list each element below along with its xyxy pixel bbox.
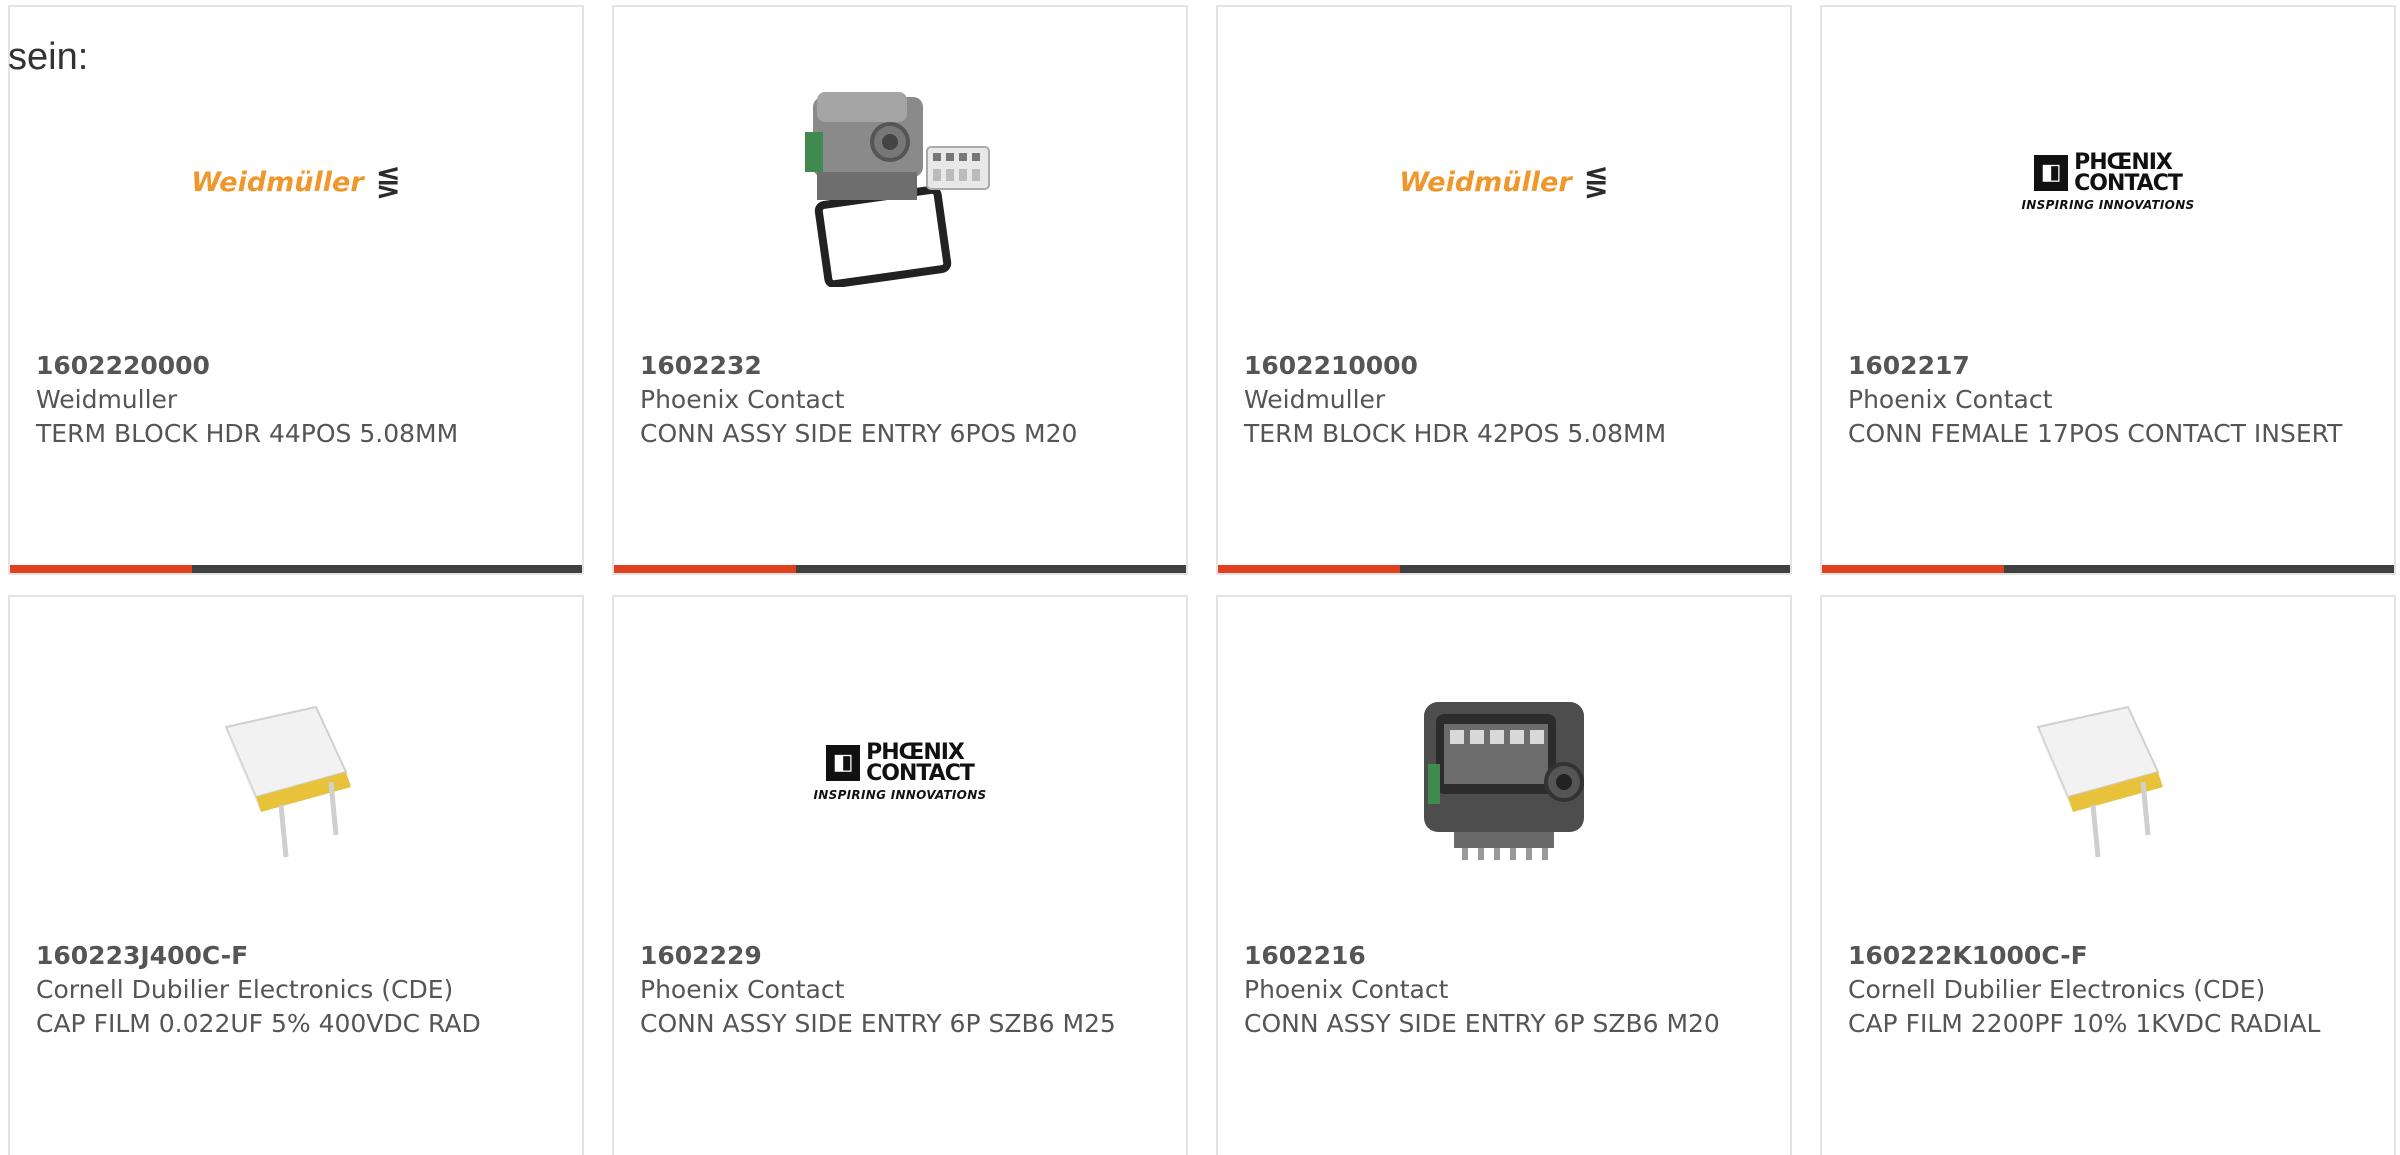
product-card[interactable]: 160223J400C-F Cornell Dubilier Electroni… — [8, 595, 584, 1155]
description: CAP FILM 2200PF 10% 1KVDC RADIAL — [1848, 1009, 2321, 1038]
weidmuller-logo: Weidmüller ⋚ — [1399, 165, 1609, 200]
product-info: 1602229 Phoenix Contact CONN ASSY SIDE E… — [640, 939, 1162, 1041]
phoenix-logo-line2: CONTACT — [2074, 171, 2183, 196]
description: CONN FEMALE 17POS CONTACT INSERT — [1848, 419, 2343, 448]
product-image: ◧ PHŒNIX CONTACT INSPIRING INNOVATIONS — [1822, 47, 2394, 317]
product-row: 160223J400C-F Cornell Dubilier Electroni… — [8, 595, 2400, 1155]
weidmuller-logo-text: Weidmüller — [1399, 166, 1572, 198]
weidmuller-logo-text: Weidmüller — [191, 166, 364, 198]
product-card[interactable]: 160222K1000C-F Cornell Dubilier Electron… — [1820, 595, 2396, 1155]
manufacturer: Phoenix Contact — [640, 975, 845, 1004]
part-number[interactable]: 160222K1000C-F — [1848, 939, 2370, 973]
phoenix-logo-tagline: INSPIRING INNOVATIONS — [813, 788, 987, 802]
connector-housing-photo — [1424, 702, 1584, 860]
product-image — [1822, 637, 2394, 907]
product-info: 1602217 Phoenix Contact CONN FEMALE 17PO… — [1848, 349, 2370, 451]
product-image: ◧ PHŒNIX CONTACT INSPIRING INNOVATIONS — [614, 637, 1186, 907]
description: TERM BLOCK HDR 42POS 5.08MM — [1244, 419, 1667, 448]
product-image — [1218, 637, 1790, 907]
product-info: 1602210000 Weidmuller TERM BLOCK HDR 42P… — [1244, 349, 1766, 451]
weidmuller-logo-symbol: ⋚ — [1583, 164, 1609, 200]
product-info: 1602216 Phoenix Contact CONN ASSY SIDE E… — [1244, 939, 1766, 1041]
intro-text: sein: — [8, 36, 89, 78]
product-image: Weidmüller ⋚ — [1218, 47, 1790, 317]
part-number[interactable]: 1602216 — [1244, 939, 1766, 973]
description: CONN ASSY SIDE ENTRY 6POS M20 — [640, 419, 1078, 448]
film-capacitor-photo — [224, 705, 351, 858]
phoenix-logo-mark-icon: ◧ — [826, 745, 861, 781]
description: CONN ASSY SIDE ENTRY 6P SZB6 M25 — [640, 1009, 1116, 1038]
phoenix-logo-line1: PHŒNIX — [2074, 150, 2173, 175]
product-card[interactable]: ◧ PHŒNIX CONTACT INSPIRING INNOVATIONS 1… — [612, 595, 1188, 1155]
product-info: 160223J400C-F Cornell Dubilier Electroni… — [36, 939, 558, 1041]
manufacturer: Phoenix Contact — [1848, 385, 2053, 414]
description: CAP FILM 0.022UF 5% 400VDC RAD — [36, 1009, 481, 1038]
product-card[interactable]: 1602216 Phoenix Contact CONN ASSY SIDE E… — [1216, 595, 1792, 1155]
product-image — [10, 637, 582, 907]
part-number[interactable]: 1602210000 — [1244, 349, 1766, 383]
card-accent-bar — [1822, 565, 2004, 573]
part-number[interactable]: 1602217 — [1848, 349, 2370, 383]
part-number[interactable]: 1602232 — [640, 349, 1162, 383]
phoenix-logo-mark-icon: ◧ — [2034, 155, 2069, 191]
manufacturer: Weidmuller — [36, 385, 178, 414]
product-info: 1602220000 Weidmuller TERM BLOCK HDR 44P… — [36, 349, 558, 451]
connector-housing-photo — [805, 92, 990, 287]
product-image: Weidmüller ⋚ — [10, 47, 582, 317]
card-bottom-bar — [10, 565, 582, 573]
card-bottom-bar — [1822, 565, 2394, 573]
description: TERM BLOCK HDR 44POS 5.08MM — [36, 419, 459, 448]
card-bottom-bar — [1218, 565, 1790, 573]
product-info: 160222K1000C-F Cornell Dubilier Electron… — [1848, 939, 2370, 1041]
part-number[interactable]: 1602229 — [640, 939, 1162, 973]
manufacturer: Cornell Dubilier Electronics (CDE) — [36, 975, 454, 1004]
part-number[interactable]: 160223J400C-F — [36, 939, 558, 973]
part-number[interactable]: 1602220000 — [36, 349, 558, 383]
manufacturer: Cornell Dubilier Electronics (CDE) — [1848, 975, 2266, 1004]
page: sein: Weidmüller ⋚ 1602220000 Weidmuller… — [0, 0, 2400, 1155]
card-accent-bar — [10, 565, 192, 573]
product-card[interactable]: ◧ PHŒNIX CONTACT INSPIRING INNOVATIONS 1… — [1820, 5, 2396, 575]
product-row: Weidmüller ⋚ 1602220000 Weidmuller TERM … — [8, 5, 2400, 595]
phoenix-logo-line2: CONTACT — [866, 761, 975, 786]
product-grid: Weidmüller ⋚ 1602220000 Weidmuller TERM … — [8, 5, 2400, 1155]
weidmuller-logo-symbol: ⋚ — [375, 164, 401, 200]
card-accent-bar — [614, 565, 796, 573]
description: CONN ASSY SIDE ENTRY 6P SZB6 M20 — [1244, 1009, 1720, 1038]
phoenix-logo-line1: PHŒNIX — [866, 740, 965, 765]
film-capacitor-photo — [2036, 705, 2163, 858]
product-image — [614, 47, 1186, 317]
manufacturer: Phoenix Contact — [1244, 975, 1449, 1004]
card-accent-bar — [1218, 565, 1400, 573]
phoenix-contact-logo: ◧ PHŒNIX CONTACT INSPIRING INNOVATIONS — [813, 740, 987, 803]
product-card[interactable]: 1602232 Phoenix Contact CONN ASSY SIDE E… — [612, 5, 1188, 575]
phoenix-logo-tagline: INSPIRING INNOVATIONS — [2021, 198, 2195, 212]
weidmuller-logo: Weidmüller ⋚ — [191, 165, 401, 200]
product-card[interactable]: Weidmüller ⋚ 1602220000 Weidmuller TERM … — [8, 5, 584, 575]
phoenix-contact-logo: ◧ PHŒNIX CONTACT INSPIRING INNOVATIONS — [2021, 150, 2195, 213]
manufacturer: Phoenix Contact — [640, 385, 845, 414]
product-card[interactable]: Weidmüller ⋚ 1602210000 Weidmuller TERM … — [1216, 5, 1792, 575]
product-info: 1602232 Phoenix Contact CONN ASSY SIDE E… — [640, 349, 1162, 451]
card-bottom-bar — [614, 565, 1186, 573]
manufacturer: Weidmuller — [1244, 385, 1386, 414]
